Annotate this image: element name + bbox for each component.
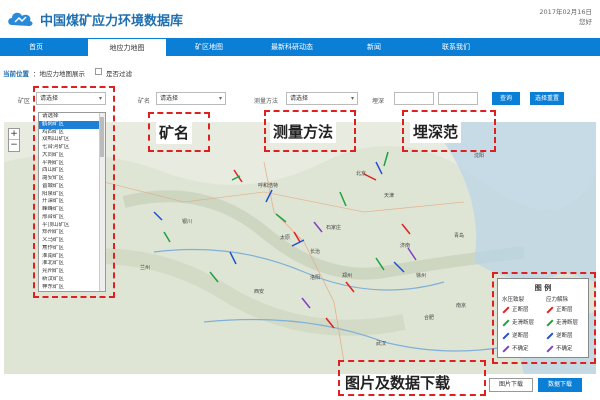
- legend-column-header: 水压致裂: [502, 297, 525, 303]
- depth-min-input[interactable]: [394, 92, 434, 105]
- chevron-down-icon: ▾: [350, 95, 354, 102]
- annotation-box-download: 图片及数据下载: [338, 360, 486, 396]
- stress-marker-icon: [546, 318, 554, 327]
- breadcrumb-label: 当前位置: [3, 70, 29, 78]
- annotation-box-mine-area: [33, 86, 115, 298]
- nav-tab-news[interactable]: 新闻: [336, 38, 412, 56]
- city-label: 兰州: [140, 265, 151, 271]
- city-label: 郑州: [342, 273, 353, 279]
- city-label: 武汉: [376, 341, 387, 347]
- nav-tab-mine-map[interactable]: 矿区地图: [170, 38, 248, 56]
- site-header: 中国煤矿应力环境数据库 2017年02月16日 您好: [0, 0, 600, 37]
- main-nav: 首页 地应力地图 矿区地图 最新科研动态 新闻 联系我们: [0, 38, 600, 56]
- nav-tab-stress-map[interactable]: 地应力地图: [88, 38, 166, 56]
- nav-tab-research-news[interactable]: 最新科研动态: [252, 38, 332, 56]
- legend-item: 逆断层: [502, 331, 529, 340]
- filter-checkbox[interactable]: [95, 68, 102, 75]
- breadcrumb-bar: 当前位置 ：地应力地图展示 是否过滤: [0, 60, 600, 84]
- annotation-label-method: 测量方法: [270, 120, 337, 143]
- city-label: 北京: [356, 171, 367, 177]
- legend-item: 不确定: [546, 344, 573, 353]
- city-label: 济南: [400, 243, 411, 249]
- stress-marker-icon: [546, 305, 554, 314]
- legend-item: 正断层: [546, 305, 573, 314]
- site-title: 中国煤矿应力环境数据库: [40, 14, 184, 29]
- header-user[interactable]: 您好: [579, 16, 592, 26]
- stress-marker-icon: [502, 331, 510, 340]
- stress-marker-icon: [502, 305, 510, 314]
- legend-item: 走滑断层: [546, 318, 578, 327]
- annotation-label-download: 图片及数据下载: [345, 374, 451, 392]
- annotation-label-mine-name: 矿名: [156, 121, 193, 144]
- mine-name-label: 矿名: [138, 98, 151, 105]
- zoom-out-button[interactable]: −: [9, 140, 19, 151]
- stress-marker-icon: [546, 344, 554, 353]
- breadcrumb-path: ：地应力地图展示: [33, 70, 85, 78]
- city-label: 洛阳: [310, 275, 321, 281]
- depth-label: 埋深: [372, 98, 385, 105]
- mine-name-select-value: 请选择: [160, 95, 179, 102]
- stress-marker-icon: [502, 318, 510, 327]
- city-label: 呼和浩特: [258, 183, 279, 189]
- annotation-label-depth: 埋深范: [410, 120, 462, 143]
- header-date: 2017年02月16日: [539, 8, 592, 16]
- image-download-button[interactable]: 图片下载: [489, 378, 533, 392]
- legend-title: 图 例: [534, 284, 552, 292]
- city-label: 徐州: [416, 273, 427, 279]
- reset-button[interactable]: 选择重置: [530, 92, 564, 105]
- city-label: 石家庄: [326, 225, 342, 231]
- map-legend: 图 例 水压致裂 应力解除 正断层 正断层 走滑断层 走滑断层 逆断层 逆断层 …: [497, 278, 589, 358]
- nav-tab-home[interactable]: 首页: [0, 38, 72, 56]
- city-label: 西安: [254, 289, 265, 295]
- city-label: 天津: [384, 193, 395, 199]
- legend-item: 正断层: [502, 305, 529, 314]
- city-label: 长治: [310, 249, 321, 255]
- data-download-button[interactable]: 数据下载: [538, 378, 582, 392]
- nav-tab-contact[interactable]: 联系我们: [416, 38, 496, 56]
- city-label: 南京: [456, 303, 467, 309]
- filter-checkbox-label: 是否过滤: [106, 70, 132, 78]
- method-select[interactable]: 请选择 ▾: [286, 92, 358, 105]
- city-label: 青岛: [454, 233, 465, 239]
- method-label: 测量方法: [254, 98, 279, 105]
- method-select-value: 请选择: [290, 95, 309, 102]
- legend-item: 不确定: [502, 344, 529, 353]
- stress-marker-icon: [546, 331, 554, 340]
- depth-max-input[interactable]: [438, 92, 478, 105]
- city-label: 太原: [280, 235, 291, 241]
- query-button[interactable]: 查询: [492, 92, 520, 105]
- mine-area-label: 矿区: [18, 98, 31, 105]
- legend-item: 逆断层: [546, 331, 573, 340]
- city-label: 沈阳: [474, 153, 485, 159]
- stress-marker-icon: [502, 344, 510, 353]
- city-label: 银川: [182, 219, 193, 225]
- mine-name-select[interactable]: 请选择 ▾: [156, 92, 226, 105]
- legend-item: 走滑断层: [502, 318, 534, 327]
- cloud-logo-icon: [8, 12, 33, 26]
- city-label: 合肥: [424, 315, 435, 321]
- chevron-down-icon: ▾: [218, 95, 222, 102]
- map-zoom-control: + −: [8, 128, 20, 152]
- legend-column-header: 应力解除: [546, 297, 569, 303]
- zoom-in-button[interactable]: +: [9, 129, 19, 140]
